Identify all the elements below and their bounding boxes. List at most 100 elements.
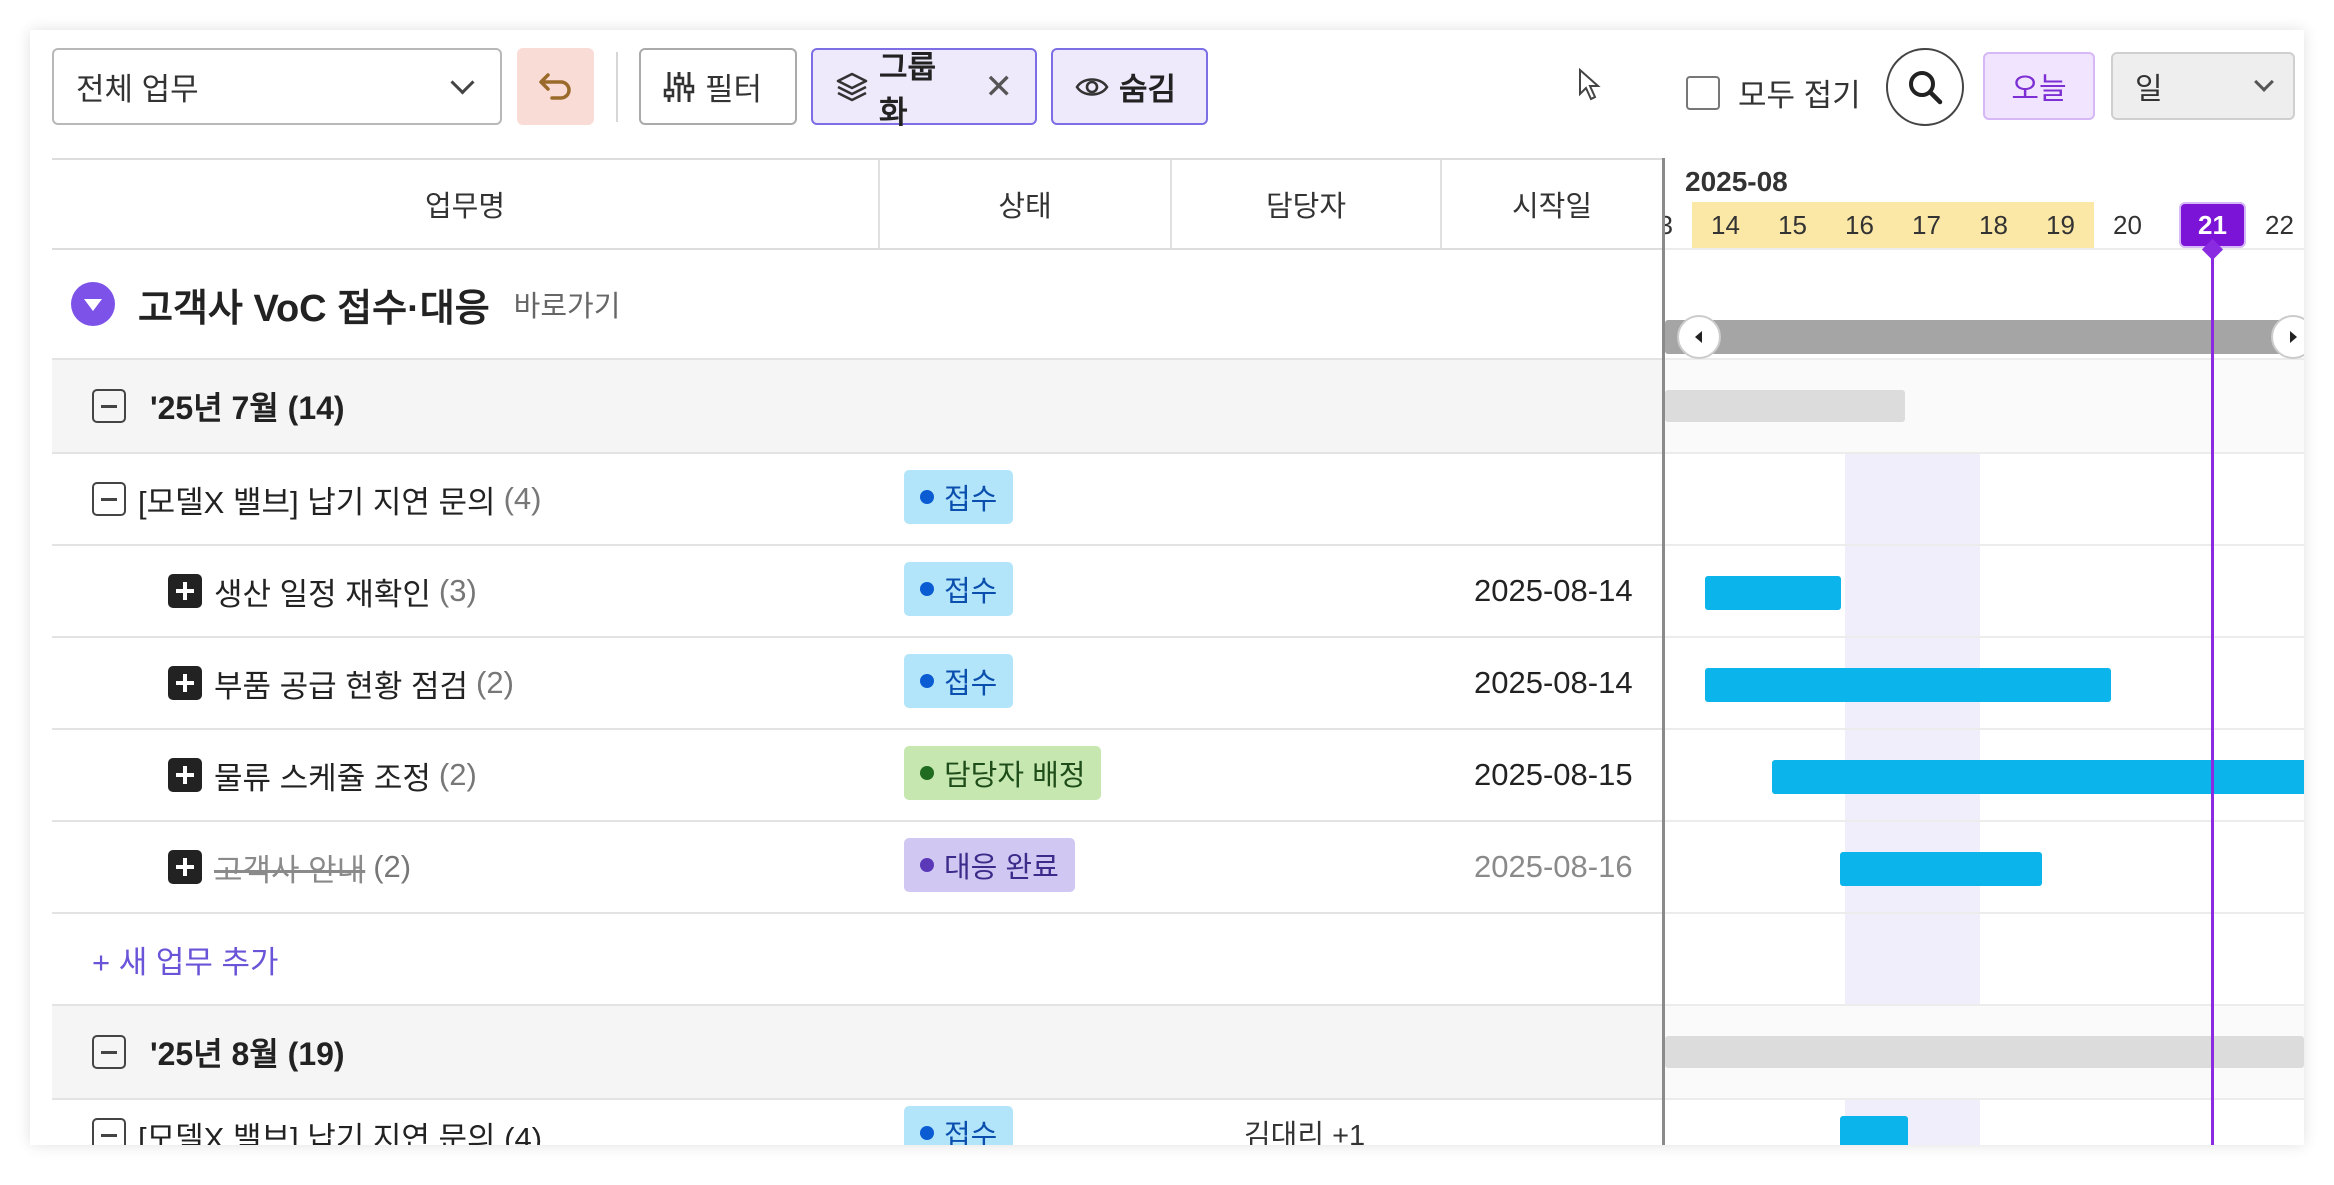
today-line: [2211, 248, 2214, 1145]
header-assignee[interactable]: 담당자: [1170, 160, 1440, 248]
status-dot: [920, 858, 934, 872]
hide-button-label: 숨김: [1119, 72, 1177, 107]
minus-toggle-icon[interactable]: [92, 389, 126, 423]
search-button[interactable]: [1886, 48, 1964, 126]
minus-toggle-icon[interactable]: [92, 1035, 126, 1069]
scope-dropdown-value: 전체 업무: [76, 72, 199, 107]
scope-dropdown[interactable]: 전체 업무: [52, 48, 502, 125]
task-name: 부품 공급 현황 점검: [214, 668, 468, 704]
filter-sliders-icon: [663, 71, 695, 102]
header-start[interactable]: 시작일: [1440, 160, 1662, 248]
status-dot: [920, 490, 934, 504]
task-bar[interactable]: [1840, 1116, 1908, 1145]
table-row[interactable]: 물류 스케쥴 조정 (2) 담당자 배정 2025-08-15: [52, 730, 1662, 822]
start-date[interactable]: 2025-08-14: [1474, 638, 1633, 728]
toolbar: 전체 업무 필터 그룹화 ✕ 숨김 모두 접기 오늘 일: [30, 30, 2304, 158]
table-row[interactable]: [모델X 밸브] 납기 지연 문의 (4) 접수: [52, 454, 1662, 546]
start-date[interactable]: 2025-08-14: [1474, 546, 1633, 636]
close-icon[interactable]: ✕: [985, 67, 1014, 107]
table-row[interactable]: [모델X 밸브] 납기 지연 문의 (4) 접수 김대리 +1: [52, 1100, 1662, 1145]
table-row[interactable]: 부품 공급 현황 점검 (2) 접수 2025-08-14: [52, 638, 1662, 730]
minus-toggle-icon[interactable]: [92, 482, 126, 516]
assignee[interactable]: 김대리 +1: [1244, 1106, 1365, 1145]
collapse-triangle-icon[interactable]: [70, 281, 116, 327]
add-task-link[interactable]: + 새 업무 추가: [92, 937, 279, 982]
time-unit-value: 일: [2135, 73, 2163, 106]
task-count: (2): [476, 665, 514, 700]
header-status-label: 상태: [998, 191, 1052, 223]
plus-toggle-icon[interactable]: [168, 666, 202, 700]
project-title: 고객사 VoC 접수·대응: [138, 287, 490, 330]
hide-button[interactable]: 숨김: [1051, 48, 1208, 125]
gantt-row: [1665, 454, 2304, 546]
status-label: 대응 완료: [944, 852, 1059, 884]
status-dot: [920, 766, 934, 780]
status-label: 접수: [944, 668, 998, 700]
task-count: (2): [438, 757, 477, 792]
group-row: '25년 8월 (19): [52, 1006, 1662, 1100]
layers-icon: [836, 72, 868, 101]
status-label: 접수: [944, 576, 998, 608]
plus-toggle-icon[interactable]: [168, 574, 202, 608]
header-status[interactable]: 상태: [878, 160, 1170, 248]
task-bar[interactable]: [1840, 852, 2042, 886]
left-nav-icon[interactable]: [1677, 315, 1721, 359]
group-label: '25년 8월 (19): [150, 1036, 345, 1072]
table-row[interactable]: 고객사 안내 (2) 대응 완료 2025-08-16: [52, 822, 1662, 914]
start-date[interactable]: 2025-08-15: [1474, 730, 1633, 820]
status-badge[interactable]: 접수: [904, 562, 1014, 616]
search-icon: [1909, 71, 1943, 105]
gantt-day: 17: [1893, 202, 1960, 248]
gantt-day: 19: [2027, 202, 2094, 248]
gantt-day: 16: [1826, 202, 1893, 248]
group-bar[interactable]: [1665, 1036, 2304, 1068]
task-bar[interactable]: [1705, 668, 2111, 702]
start-date[interactable]: 2025-08-16: [1474, 822, 1633, 912]
status-badge[interactable]: 접수: [904, 470, 1014, 524]
time-unit-dropdown[interactable]: 일: [2111, 52, 2295, 120]
undo-icon: [538, 72, 571, 100]
status-badge[interactable]: 담당자 배정: [904, 746, 1102, 800]
group-button-label: 그룹화: [878, 49, 937, 130]
plus-toggle-icon[interactable]: [168, 850, 202, 884]
task-bar[interactable]: [1772, 760, 2304, 794]
project-link[interactable]: 바로가기: [514, 283, 621, 325]
group-bar[interactable]: [1665, 390, 1905, 422]
status-badge[interactable]: 접수: [904, 654, 1014, 708]
collapse-all-checkbox[interactable]: [1686, 75, 1720, 110]
header-name[interactable]: 업무명: [52, 160, 878, 248]
gantt-day: 13: [1665, 209, 1673, 240]
task-bar[interactable]: [1705, 576, 1841, 610]
gantt-day: 22: [2265, 209, 2294, 240]
gantt-day: 15: [1759, 202, 1826, 248]
chevron-down-icon: [2254, 72, 2274, 92]
table-header: 업무명 상태 담당자 시작일: [52, 158, 1662, 250]
gantt-day: 20: [2113, 209, 2142, 240]
task-count: (4): [503, 481, 542, 516]
filter-button-label: 필터: [705, 72, 763, 107]
task-name: 고객사 안내: [214, 852, 366, 888]
gantt-month: 2025-08: [1685, 166, 1788, 197]
collapse-all-toggle[interactable]: 모두 접기: [1686, 70, 1861, 115]
status-label: 담당자 배정: [944, 760, 1086, 792]
plus-toggle-icon[interactable]: [168, 758, 202, 792]
project-bar[interactable]: [1665, 320, 2304, 354]
gantt-chart: 2025-08 13 14 15 16 17 18 19 20 21 22: [1665, 158, 2304, 1145]
table-row[interactable]: 생산 일정 재확인 (3) 접수 2025-08-14: [52, 546, 1662, 638]
filter-button[interactable]: 필터: [639, 48, 797, 125]
gantt-day: 14: [1692, 202, 1759, 248]
task-name: [모델X 밸브] 납기 지연 문의: [138, 484, 496, 520]
group-button[interactable]: 그룹화 ✕: [811, 48, 1037, 130]
task-count: (3): [438, 573, 477, 608]
cursor-icon: [1579, 68, 1601, 101]
status-dot: [920, 674, 934, 688]
undo-button[interactable]: [517, 48, 594, 125]
today-button[interactable]: 오늘: [1983, 52, 2095, 120]
status-dot: [920, 582, 934, 596]
header-name-label: 업무명: [424, 191, 506, 223]
add-task-row: + 새 업무 추가: [52, 914, 1662, 1006]
status-label: 접수: [944, 484, 998, 516]
minus-toggle-icon[interactable]: [92, 1118, 126, 1145]
status-badge[interactable]: 접수: [904, 1106, 1014, 1145]
status-badge[interactable]: 대응 완료: [904, 838, 1075, 892]
